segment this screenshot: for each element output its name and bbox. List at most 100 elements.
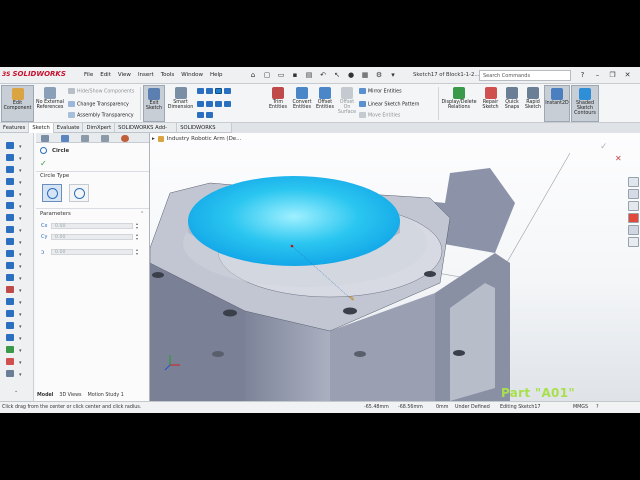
save-icon[interactable]: ▪ bbox=[290, 70, 300, 80]
tool-polygon[interactable]: ▾ bbox=[2, 177, 32, 186]
radius-field[interactable]: 0.00 bbox=[51, 249, 133, 255]
forum-icon[interactable] bbox=[628, 237, 639, 247]
feature-tree-icon[interactable] bbox=[41, 135, 49, 142]
highlighted-circle[interactable] bbox=[188, 176, 400, 266]
trim-entities-button[interactable]: Trim Entities bbox=[266, 85, 290, 122]
display-manager-icon[interactable] bbox=[121, 135, 129, 142]
model-view[interactable]: ✎ ✓ ✕ bbox=[150, 133, 640, 401]
tool-more[interactable]: ⌄ bbox=[2, 385, 32, 394]
options-icon[interactable]: ⚙ bbox=[374, 70, 384, 80]
repair-sketch-button[interactable]: Repair Sketch bbox=[480, 85, 501, 122]
perimeter-circle-button[interactable] bbox=[69, 184, 89, 202]
custom-properties-icon[interactable] bbox=[628, 225, 639, 235]
tool-relations[interactable]: ▾ bbox=[2, 345, 32, 354]
assembly-transparency-button[interactable]: Assembly Transparency bbox=[68, 112, 134, 119]
tool-chamfer[interactable]: ▾ bbox=[2, 273, 32, 282]
ok-check-icon[interactable]: ✓ bbox=[40, 159, 47, 168]
menu-tools[interactable]: Tools bbox=[161, 72, 175, 78]
menu-edit[interactable]: Edit bbox=[100, 72, 111, 78]
chevron-down-icon[interactable]: ▾ bbox=[388, 70, 398, 80]
spin-icon[interactable]: ▴ ▾ bbox=[136, 233, 138, 241]
sketch-tools-row2[interactable] bbox=[197, 101, 233, 108]
spin-icon[interactable]: ▴ ▾ bbox=[136, 248, 138, 256]
search-input[interactable]: Search Commands bbox=[479, 70, 571, 81]
mirror-entities-button[interactable]: Mirror Entities bbox=[359, 88, 402, 95]
tool-trim[interactable]: ▾ bbox=[2, 285, 32, 294]
hide-show-components-button[interactable]: Hide/Show Components bbox=[68, 88, 134, 95]
close-icon[interactable]: ✕ bbox=[623, 70, 632, 80]
shaded-sketch-contours-button[interactable]: Shaded Sketch Contours bbox=[571, 85, 599, 122]
collapse-icon[interactable]: ⌃ bbox=[140, 211, 144, 217]
tool-slot[interactable]: ▾ bbox=[2, 225, 32, 234]
center-x-field[interactable]: 0.00 bbox=[51, 223, 133, 229]
offset-on-surface-button[interactable]: Offset On Surface bbox=[337, 85, 357, 122]
tab-evaluate[interactable]: Evaluate bbox=[54, 123, 84, 133]
tool-snaps[interactable]: ▾ bbox=[2, 369, 32, 378]
select-icon[interactable]: ↖ bbox=[332, 70, 342, 80]
instant2d-button[interactable]: Instant2D bbox=[544, 85, 570, 122]
tab-addins[interactable]: SOLIDWORKS Add-Ins bbox=[115, 123, 178, 139]
restore-icon[interactable]: ❐ bbox=[608, 70, 617, 80]
appearances-icon[interactable] bbox=[628, 213, 639, 223]
menu-help[interactable]: Help bbox=[210, 72, 223, 78]
tab-sketch[interactable]: Sketch bbox=[29, 123, 54, 133]
spin-icon[interactable]: ▴ ▾ bbox=[136, 222, 138, 230]
tool-extend[interactable]: ▾ bbox=[2, 297, 32, 306]
tool-offset[interactable]: ▾ bbox=[2, 309, 32, 318]
tool-arc[interactable]: ▾ bbox=[2, 165, 32, 174]
linear-sketch-pattern-button[interactable]: Linear Sketch Pattern bbox=[359, 101, 419, 108]
center-y-field[interactable]: 0.00 bbox=[51, 234, 133, 240]
tab-features[interactable]: Features bbox=[0, 123, 30, 133]
status-units[interactable]: MMGS bbox=[573, 405, 588, 410]
tool-ellipse[interactable]: ▾ bbox=[2, 249, 32, 258]
menu-view[interactable]: View bbox=[118, 72, 131, 78]
move-entities-button[interactable]: Move Entities bbox=[359, 112, 400, 119]
tool-pattern[interactable]: ▾ bbox=[2, 333, 32, 342]
tool-point[interactable]: ▾ bbox=[2, 201, 32, 210]
display-delete-relations-button[interactable]: Display/Delete Relations bbox=[440, 85, 478, 122]
tool-fillet[interactable]: ▾ bbox=[2, 213, 32, 222]
rebuild-icon[interactable]: ● bbox=[346, 70, 356, 80]
design-library-icon[interactable] bbox=[628, 189, 639, 199]
help-icon[interactable]: ? bbox=[596, 405, 599, 410]
tool-text[interactable]: ▾ bbox=[2, 189, 32, 198]
tab-model[interactable]: Model bbox=[37, 393, 53, 401]
file-explorer-icon[interactable] bbox=[628, 201, 639, 211]
minimize-icon[interactable]: – bbox=[593, 70, 602, 80]
tab-motion-study[interactable]: Motion Study 1 bbox=[88, 393, 124, 401]
change-transparency-button[interactable]: Change Transparency bbox=[68, 101, 129, 108]
graphics-area[interactable]: ✎ ✓ ✕ ▸ Industry Robotic Arm (De... bbox=[150, 133, 640, 401]
help-icon[interactable]: ? bbox=[578, 70, 587, 80]
tool-line[interactable]: ▾ bbox=[2, 141, 32, 150]
tool-centerline[interactable]: ▾ bbox=[2, 237, 32, 246]
confirm-corner-icon[interactable]: ✓ bbox=[600, 142, 608, 152]
configuration-manager-icon[interactable] bbox=[81, 135, 89, 142]
tool-mirror[interactable]: ▾ bbox=[2, 321, 32, 330]
tab-dimxpert[interactable]: DimXpert bbox=[83, 123, 116, 133]
center-circle-button[interactable] bbox=[42, 184, 62, 202]
file-properties-icon[interactable]: ▦ bbox=[360, 70, 370, 80]
tab-3d-views[interactable]: 3D Views bbox=[59, 393, 81, 401]
home-icon[interactable]: ⌂ bbox=[248, 70, 258, 80]
undo-icon[interactable]: ↶ bbox=[318, 70, 328, 80]
quick-snaps-button[interactable]: Quick Snaps bbox=[502, 85, 522, 122]
convert-entities-button[interactable]: Convert Entities bbox=[290, 85, 314, 122]
menu-window[interactable]: Window bbox=[181, 72, 203, 78]
no-external-references-button[interactable]: No External References bbox=[35, 85, 65, 122]
resources-icon[interactable] bbox=[628, 177, 639, 187]
tool-rectangle[interactable]: ▾ bbox=[2, 153, 32, 162]
exit-sketch-button[interactable]: Exit Sketch bbox=[143, 85, 165, 122]
dimxpert-manager-icon[interactable] bbox=[101, 135, 109, 142]
edit-component-button[interactable]: Edit Component bbox=[1, 85, 34, 122]
property-manager-icon[interactable] bbox=[61, 135, 69, 142]
rapid-sketch-button[interactable]: Rapid Sketch bbox=[523, 85, 543, 122]
offset-entities-button[interactable]: Offset Entities bbox=[314, 85, 336, 122]
new-document-icon[interactable]: ▢ bbox=[262, 70, 272, 80]
sketch-tools-row1[interactable] bbox=[197, 88, 233, 95]
feature-tree-flyout[interactable]: ▸ Industry Robotic Arm (De... bbox=[152, 136, 241, 142]
menu-insert[interactable]: Insert bbox=[138, 72, 154, 78]
cancel-corner-icon[interactable]: ✕ bbox=[615, 154, 622, 163]
open-icon[interactable]: ▭ bbox=[276, 70, 286, 80]
center-point[interactable] bbox=[290, 244, 294, 248]
tool-repair[interactable]: ▾ bbox=[2, 357, 32, 366]
